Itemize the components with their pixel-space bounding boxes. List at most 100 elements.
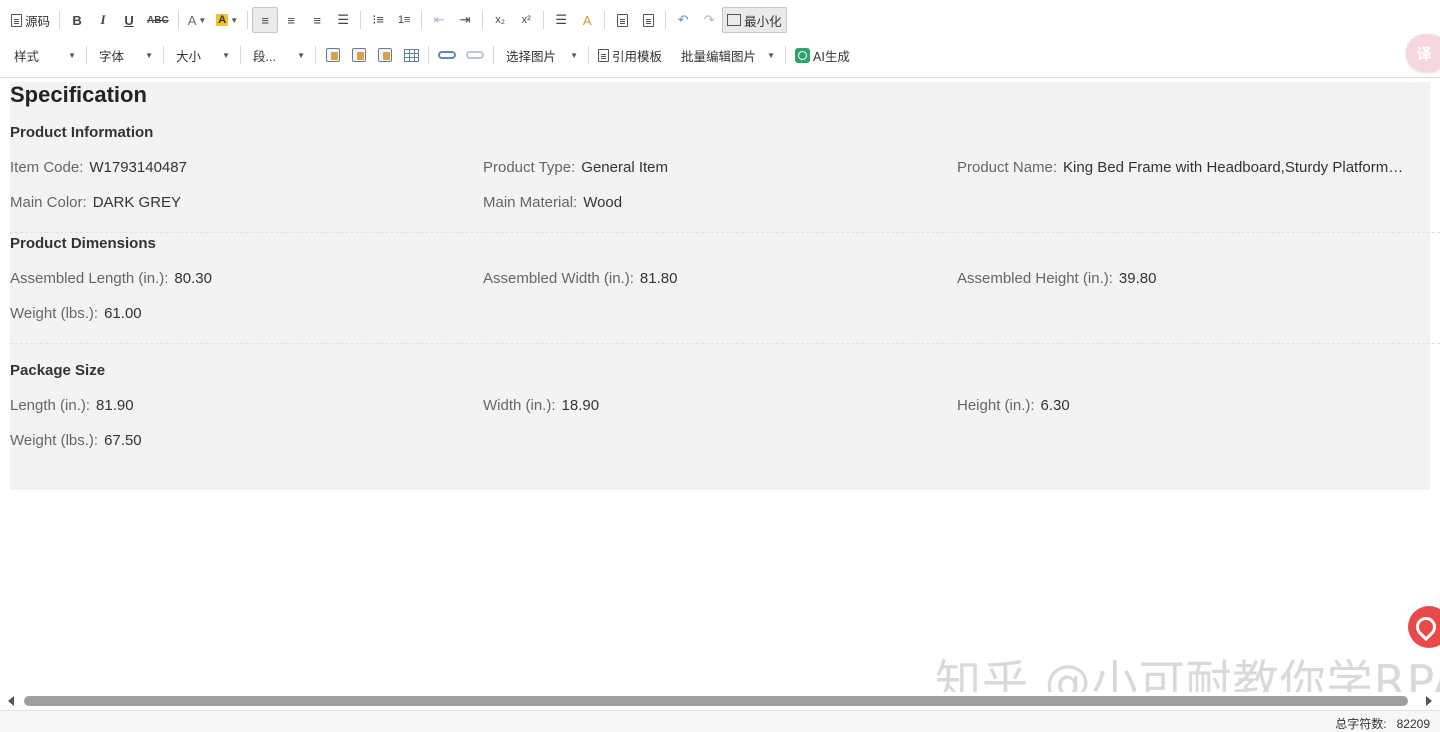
numbered-list-icon: 1≡ (397, 14, 411, 26)
link-button[interactable] (433, 42, 461, 68)
location-floating-button[interactable] (1408, 606, 1440, 648)
align-center-button[interactable]: ≡ (278, 7, 304, 33)
main-color-field: Main Color: DARK GREY (10, 194, 470, 211)
minimize-label: 最小化 (744, 14, 782, 29)
template-button[interactable]: 引用模板 (593, 42, 667, 68)
horizontal-rule-icon: ☰ (555, 12, 567, 27)
product-weight-field: Weight (lbs.): 61.00 (10, 305, 470, 322)
redo-button[interactable]: ↷ (696, 7, 722, 33)
highlight-icon: A (216, 14, 229, 26)
toolbar-separator (604, 11, 606, 29)
indent-icon: ⇥ (459, 12, 471, 27)
batch-edit-images-dropdown[interactable]: 批量编辑图片 ▼ (673, 42, 781, 68)
new-page-button[interactable] (609, 7, 635, 33)
select-image-dropdown[interactable]: 选择图片 ▼ (498, 42, 584, 68)
underline-icon: U (124, 12, 134, 28)
source-doc-icon (11, 13, 22, 27)
character-count: 总字符数: 82209 (1335, 715, 1430, 732)
paste-text-button[interactable] (346, 42, 372, 68)
assembled-length-value: 80.30 (174, 270, 212, 287)
bold-button[interactable]: B (64, 7, 90, 33)
subscript-button[interactable]: x₂ (487, 7, 513, 33)
clear-format-button[interactable]: A (574, 7, 600, 33)
scroll-right-icon[interactable] (1426, 696, 1432, 706)
specification-title: Specification (10, 82, 147, 107)
package-width-value: 18.90 (561, 397, 600, 414)
strikethrough-button[interactable]: ABC (142, 7, 174, 33)
item-code-key: Item Code: (10, 159, 84, 176)
font-dropdown[interactable]: 字体 ▼ (91, 42, 159, 68)
horizontal-rule-button[interactable]: ☰ (548, 7, 574, 33)
translate-icon: 译 (1416, 45, 1432, 63)
indent-button[interactable]: ⇥ (452, 7, 478, 33)
ai-generate-button[interactable]: AI生成 (790, 42, 855, 68)
bold-icon: B (72, 12, 82, 28)
preview-icon (642, 13, 654, 27)
scrollbar-thumb[interactable] (24, 696, 1408, 706)
main-material-field: Main Material: Wood (483, 194, 943, 211)
style-dropdown[interactable]: 样式 ▼ (6, 42, 82, 68)
italic-icon: I (100, 12, 106, 27)
paragraph-dropdown-label: 段... (253, 49, 276, 64)
horizontal-scrollbar[interactable] (0, 692, 1440, 710)
align-right-button[interactable]: ≡ (304, 7, 330, 33)
size-dropdown[interactable]: 大小 ▼ (168, 42, 236, 68)
chevron-down-icon: ▼ (198, 15, 207, 25)
toolbar-separator (785, 46, 787, 64)
bulleted-list-button[interactable]: ⁝≡ (365, 7, 391, 33)
align-justify-button[interactable]: ☰ (330, 7, 356, 33)
toolbar-separator (360, 11, 362, 29)
toolbar-row-2: 样式 ▼ 字体 ▼ 大小 ▼ 段... ▼ 选择图片 ▼ 引用模板 批量编辑图片… (6, 41, 855, 69)
undo-icon: ↶ (677, 12, 689, 27)
minimize-button[interactable]: 最小化 (722, 7, 787, 33)
source-button[interactable]: 源码 (6, 7, 55, 33)
paste-word-button[interactable] (372, 42, 398, 68)
ai-icon (795, 47, 811, 63)
product-weight-key: Weight (lbs.): (10, 305, 99, 322)
product-weight-value: 61.00 (104, 305, 142, 322)
paste-button[interactable] (320, 42, 346, 68)
package-weight-key: Weight (lbs.): (10, 432, 99, 449)
main-color-key: Main Color: (10, 194, 87, 211)
package-length-value: 81.90 (96, 397, 134, 414)
table-button[interactable] (398, 42, 424, 68)
assembled-width-field: Assembled Width (in.): 81.80 (483, 270, 943, 287)
scroll-left-icon[interactable] (8, 696, 14, 706)
font-color-button[interactable]: A ▼ (183, 7, 212, 33)
outdent-icon: ⇤ (433, 12, 445, 27)
chevron-down-icon: ▼ (222, 50, 230, 60)
product-dimensions-heading: Product Dimensions (10, 235, 156, 252)
main-material-key: Main Material: (483, 194, 578, 211)
outdent-button[interactable]: ⇤ (426, 7, 452, 33)
align-justify-icon: ☰ (337, 12, 349, 27)
package-height-value: 6.30 (1040, 397, 1070, 414)
highlight-color-button[interactable]: A ▼ (211, 7, 243, 33)
preview-button[interactable] (635, 7, 661, 33)
redo-icon: ↷ (703, 12, 715, 27)
new-page-icon (616, 13, 628, 27)
unlink-button[interactable] (461, 42, 489, 68)
chevron-down-icon: ▼ (297, 50, 305, 60)
undo-button[interactable]: ↶ (670, 7, 696, 33)
select-image-label: 选择图片 (506, 49, 557, 64)
numbered-list-button[interactable]: 1≡ (391, 7, 417, 33)
translate-floating-button[interactable]: 译 (1406, 34, 1440, 72)
package-weight-value: 67.50 (104, 432, 142, 449)
toolbar-separator (163, 46, 164, 64)
paragraph-dropdown[interactable]: 段... ▼ (245, 42, 311, 68)
editor-content[interactable]: Specification Product Information Item C… (10, 82, 1440, 490)
superscript-button[interactable]: x² (513, 7, 539, 33)
package-length-field: Length (in.): 81.90 (10, 397, 470, 414)
underline-button[interactable]: U (116, 7, 142, 33)
toolbar-separator (482, 11, 484, 29)
package-weight-field: Weight (lbs.): 67.50 (10, 432, 470, 449)
package-height-field: Height (in.): 6.30 (957, 397, 1407, 414)
main-material-value: Wood (583, 194, 623, 211)
product-information-heading: Product Information (10, 124, 154, 141)
assembled-width-value: 81.80 (639, 270, 678, 287)
minimize-icon (727, 14, 742, 26)
align-left-button[interactable]: ≡ (252, 7, 279, 33)
italic-button[interactable]: I (90, 7, 116, 33)
assembled-width-key: Assembled Width (in.): (483, 270, 634, 287)
package-length-key: Length (in.): (10, 397, 91, 414)
